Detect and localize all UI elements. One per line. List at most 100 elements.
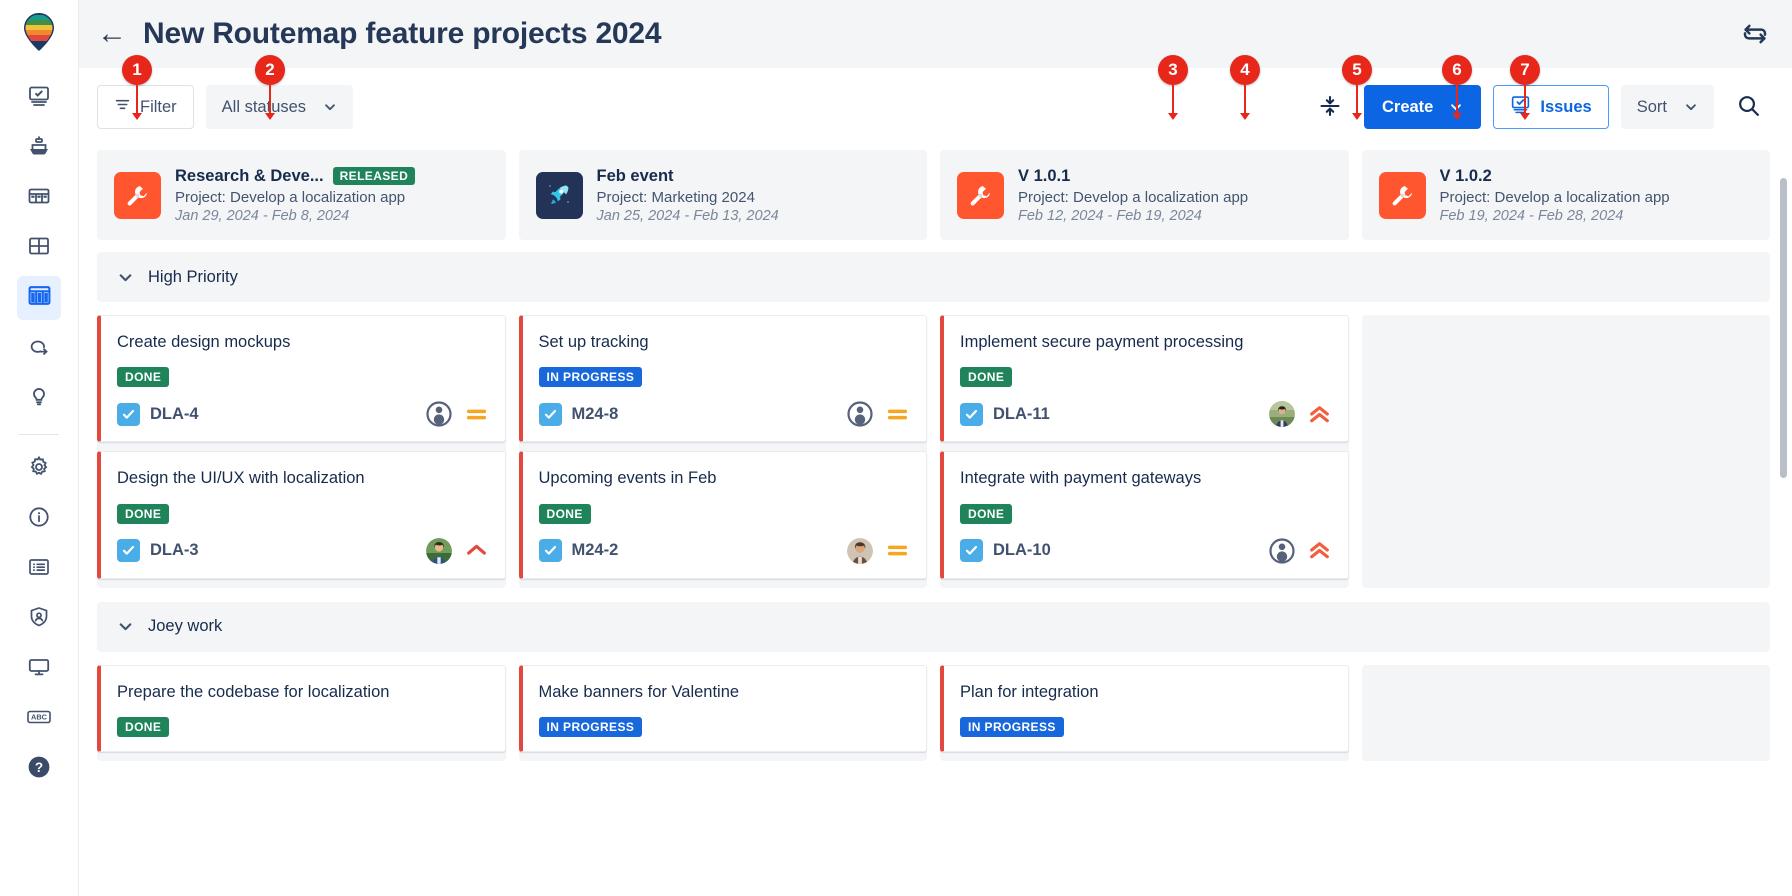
- scrollbar-thumb[interactable]: [1780, 178, 1787, 478]
- highest-priority-icon: [1307, 538, 1332, 563]
- issue-key-group[interactable]: M24-2: [539, 539, 619, 562]
- shield-user-icon: [27, 605, 51, 634]
- issue-key-group[interactable]: DLA-10: [960, 539, 1051, 562]
- generic-person-avatar[interactable]: [847, 401, 873, 427]
- wrench-icon: [114, 172, 161, 219]
- jira-logo-icon[interactable]: [17, 10, 61, 54]
- issue-key-group[interactable]: DLA-3: [117, 539, 199, 562]
- photo-avatar-person[interactable]: [847, 538, 873, 564]
- issue-card-footer: M24-2: [539, 538, 911, 564]
- sidebar-item-abc[interactable]: ABC: [17, 697, 61, 741]
- highest-priority-icon: [1307, 402, 1332, 427]
- sidebar-item-tasks[interactable]: [17, 76, 61, 120]
- group-header[interactable]: Joey work: [97, 602, 1770, 652]
- sidebar-item-info[interactable]: [17, 497, 61, 541]
- issue-title: Prepare the codebase for localization: [117, 682, 489, 703]
- version-title: Feb event: [597, 167, 674, 186]
- sidebar-item-security[interactable]: [17, 597, 61, 641]
- version-dates: Feb 19, 2024 - Feb 28, 2024: [1440, 208, 1670, 224]
- issue-status-badge: IN PROGRESS: [539, 367, 643, 387]
- issue-title: Create design mockups: [117, 332, 489, 353]
- vertical-scrollbar[interactable]: [1780, 178, 1787, 798]
- page-title: New Routemap feature projects 2024: [143, 17, 661, 51]
- version-card[interactable]: Research & Deve... RELEASED Project: Dev…: [97, 150, 506, 240]
- boat-icon: [27, 134, 51, 163]
- checked-monitor-icon: [27, 84, 51, 113]
- issue-key-group[interactable]: M24-8: [539, 403, 619, 426]
- sidebar-item-board[interactable]: [17, 276, 61, 320]
- sidebar-item-settings[interactable]: [17, 447, 61, 491]
- chevron-down-icon[interactable]: [117, 269, 134, 286]
- photo-avatar-outdoor[interactable]: [1269, 401, 1295, 427]
- issue-card[interactable]: Create design mockups DONE DLA-4: [97, 315, 506, 442]
- issue-title: Make banners for Valentine: [539, 682, 911, 703]
- issue-key: M24-8: [572, 405, 619, 424]
- issue-key-group[interactable]: DLA-4: [117, 403, 199, 426]
- version-project: Project: Develop a localization app: [1018, 189, 1248, 206]
- sidebar-item-ideas[interactable]: [17, 376, 61, 420]
- issue-meta: [1269, 538, 1332, 564]
- medium-priority-icon: [464, 402, 489, 427]
- group-row: Prepare the codebase for localization DO…: [97, 665, 1770, 761]
- sidebar-item-comments[interactable]: [17, 326, 61, 370]
- sidebar-item-list[interactable]: [17, 547, 61, 591]
- abc-icon: ABC: [26, 706, 52, 733]
- issue-card[interactable]: Design the UI/UX with localization DONE …: [97, 451, 506, 578]
- sidebar-item-help[interactable]: ?: [17, 747, 61, 791]
- filter-button[interactable]: Filter: [97, 85, 194, 129]
- version-project: Project: Develop a localization app: [1440, 189, 1670, 206]
- issue-card[interactable]: Make banners for Valentine IN PROGRESS: [519, 665, 928, 752]
- task-type-icon: [539, 539, 562, 562]
- issue-card-footer: M24-8: [539, 401, 911, 427]
- issue-card[interactable]: Implement secure payment processing DONE…: [940, 315, 1349, 442]
- chevron-down-icon[interactable]: [117, 618, 134, 635]
- version-title-row: Feb event: [597, 167, 779, 186]
- issue-card[interactable]: Set up tracking IN PROGRESS M24-8: [519, 315, 928, 442]
- board-column: Make banners for Valentine IN PROGRESS: [519, 665, 928, 761]
- task-type-icon: [960, 539, 983, 562]
- issue-meta: [847, 401, 910, 427]
- issue-title: Integrate with payment gateways: [960, 468, 1332, 489]
- issue-card[interactable]: Plan for integration IN PROGRESS: [940, 665, 1349, 752]
- generic-person-avatar[interactable]: [1269, 538, 1295, 564]
- version-dates: Feb 12, 2024 - Feb 19, 2024: [1018, 208, 1248, 224]
- filter-icon: [114, 96, 131, 118]
- group-header[interactable]: High Priority: [97, 252, 1770, 302]
- version-card[interactable]: V 1.0.2 Project: Develop a localization …: [1362, 150, 1771, 240]
- issues-button[interactable]: Issues: [1493, 85, 1608, 129]
- chevron-down-icon: [1684, 100, 1698, 114]
- gear-icon: [27, 455, 51, 484]
- issue-title: Design the UI/UX with localization: [117, 468, 489, 489]
- svg-text:ABC: ABC: [31, 712, 48, 721]
- quadrant-grid-icon: [27, 234, 51, 263]
- sidebar-item-boat[interactable]: [17, 126, 61, 170]
- sidebar-item-quadrants[interactable]: [17, 226, 61, 270]
- sidebar-item-display[interactable]: [17, 647, 61, 691]
- issue-card[interactable]: Integrate with payment gateways DONE DLA…: [940, 451, 1349, 578]
- issue-meta: [1269, 401, 1332, 427]
- issue-key-group[interactable]: DLA-11: [960, 403, 1050, 426]
- issue-status-badge: DONE: [960, 367, 1012, 387]
- sync-refresh-icon[interactable]: [1740, 19, 1770, 49]
- version-card[interactable]: V 1.0.1 Project: Develop a localization …: [940, 150, 1349, 240]
- issue-status-badge: DONE: [960, 504, 1012, 524]
- status-filter-dropdown[interactable]: All statuses: [206, 85, 353, 129]
- generic-person-avatar[interactable]: [426, 401, 452, 427]
- search-button[interactable]: [1726, 85, 1770, 129]
- issue-card[interactable]: Prepare the codebase for localization DO…: [97, 665, 506, 752]
- sort-button[interactable]: Sort: [1621, 85, 1714, 129]
- version-card[interactable]: Feb event Project: Marketing 2024 Jan 25…: [519, 150, 928, 240]
- back-arrow-icon[interactable]: ←: [97, 19, 127, 49]
- issue-key: DLA-11: [993, 405, 1050, 424]
- board-area: High Priority Create design mockups DONE…: [79, 240, 1792, 896]
- photo-avatar-green[interactable]: [426, 538, 452, 564]
- collapse-expand-button[interactable]: [1308, 85, 1352, 129]
- collapse-vertical-icon: [1319, 94, 1341, 121]
- issue-card[interactable]: Upcoming events in Feb DONE M24-2: [519, 451, 928, 578]
- create-button[interactable]: Create: [1364, 85, 1481, 129]
- board-toolbar: Filter All statuses Cre: [79, 68, 1792, 146]
- chevron-down-icon: [1449, 100, 1463, 114]
- issue-status-badge: IN PROGRESS: [960, 717, 1064, 737]
- board-column: Set up tracking IN PROGRESS M24-8 Upcomi…: [519, 315, 928, 588]
- sidebar-item-table[interactable]: [17, 176, 61, 220]
